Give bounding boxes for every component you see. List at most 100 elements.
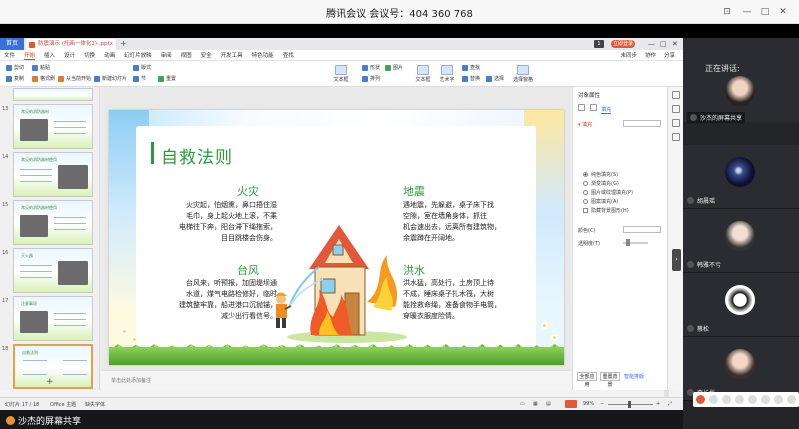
- slide-thumbnail[interactable]: 常见的消防器材使用: [13, 152, 93, 197]
- view-sorter-icon[interactable]: ▦: [533, 401, 538, 407]
- color-picker[interactable]: [623, 226, 661, 233]
- textbox2-button[interactable]: 文本框: [412, 65, 434, 83]
- missing-font[interactable]: 缺失字体: [85, 401, 105, 408]
- find-button[interactable]: 查找: [462, 64, 480, 71]
- zoom-level[interactable]: 99%: [583, 401, 594, 407]
- home-tab[interactable]: 首页: [0, 38, 24, 50]
- zoom-slider-knob[interactable]: [628, 401, 631, 408]
- comment-icon[interactable]: [672, 133, 680, 141]
- menu-item[interactable]: 视图: [181, 51, 192, 59]
- fill-option-radio[interactable]: 渐变填充(G): [583, 180, 619, 187]
- new-slide-button[interactable]: 新建幻灯片: [94, 75, 127, 82]
- menu-item[interactable]: 动画: [104, 51, 115, 59]
- slide-canvas[interactable]: 自救法则 火灾 火灾起，怕烟熏，鼻口捂住湿 毛巾，身上起火地上滚，不乘 电梯往下…: [109, 110, 564, 365]
- menu-right-item[interactable]: 未同步: [620, 51, 637, 59]
- flood-body[interactable]: 洪水猛，高处行，土房顶上待 不成，睡床桌子扎木筏，大树 能拴救命绳，准备食物手电…: [403, 278, 513, 322]
- reset-button[interactable]: 重置: [158, 75, 176, 82]
- skin-icon[interactable]: [774, 395, 783, 404]
- menu-item[interactable]: 安全: [201, 51, 212, 59]
- select-pane-button[interactable]: 选择窗格: [512, 65, 534, 83]
- fit-window-icon[interactable]: ⤢: [668, 401, 672, 407]
- copy-button[interactable]: 复制: [6, 75, 24, 82]
- speaker-tile[interactable]: 正在讲话: 沙杰的屏幕共享: [683, 38, 799, 123]
- fill-tab[interactable]: 填充: [601, 106, 612, 114]
- keyboard-icon[interactable]: [761, 395, 770, 404]
- fill-option-radio[interactable]: 纯色填充(S): [583, 171, 618, 178]
- format-painter-button[interactable]: 格式刷: [32, 75, 55, 82]
- punctuation-icon[interactable]: [735, 395, 744, 404]
- slide-thumbnail[interactable]: 常见的消防器材: [13, 104, 93, 149]
- design-icon[interactable]: [672, 105, 680, 113]
- textbox-button[interactable]: 文本框: [330, 65, 352, 83]
- chinese-mode-icon[interactable]: [709, 395, 718, 404]
- reset-background-button[interactable]: 重置背景: [600, 372, 620, 388]
- earthquake-heading[interactable]: 地震: [403, 183, 425, 199]
- art-text-button[interactable]: 艺术字: [436, 65, 458, 83]
- fill-tab-icon[interactable]: [578, 104, 585, 111]
- menu-item[interactable]: 查找: [283, 51, 294, 59]
- cut-button[interactable]: 剪切: [6, 64, 24, 71]
- new-tab-button[interactable]: +: [120, 38, 127, 50]
- fill-section-header[interactable]: ▾ 填充: [578, 121, 592, 128]
- menu-item[interactable]: 幻灯片放映: [124, 51, 152, 59]
- fill-option-radio[interactable]: 图案填充(A): [583, 198, 618, 205]
- menu-item[interactable]: 文件: [4, 51, 15, 59]
- pin-icon[interactable]: ⊡: [720, 5, 734, 19]
- menu-right-item[interactable]: 协作: [645, 51, 656, 59]
- participant-tile[interactable]: 蔡松: [683, 273, 799, 337]
- select-button[interactable]: 选择: [486, 75, 504, 82]
- document-tab[interactable]: 防震演示 (托画一体化1) .pptx: [26, 39, 116, 50]
- sogou-icon[interactable]: [696, 395, 705, 404]
- arrange-button[interactable]: 排列: [362, 75, 380, 82]
- apply-all-button[interactable]: 全部应用: [577, 372, 597, 388]
- collapse-panel-button[interactable]: ›: [672, 249, 681, 271]
- fill-option-radio[interactable]: 图片或纹理填充(P): [583, 189, 633, 196]
- moon-icon[interactable]: [722, 395, 731, 404]
- menu-item[interactable]: 开发工具: [221, 51, 243, 59]
- typhoon-body[interactable]: 台风来，听预报，加固堤坝通 水道，煤气电路检修好，临时 建筑整牢靠，船进港口沉抛…: [167, 278, 277, 322]
- slide-thumbnail[interactable]: [13, 88, 93, 101]
- menu-item[interactable]: 审阅: [161, 51, 172, 59]
- zoom-in-icon[interactable]: +: [656, 401, 660, 407]
- slide-thumbnail[interactable]: 灭火器: [13, 248, 93, 293]
- menu-item[interactable]: 设计: [64, 51, 75, 59]
- fill-type-select[interactable]: [623, 120, 661, 127]
- typhoon-heading[interactable]: 台风: [237, 262, 259, 278]
- wps-close-icon[interactable]: ✕: [672, 39, 678, 49]
- slide-title[interactable]: 自救法则: [161, 143, 233, 168]
- theme-name[interactable]: Office 主题: [50, 401, 76, 408]
- section-button[interactable]: 节: [133, 75, 146, 82]
- zoom-out-icon[interactable]: −: [600, 401, 604, 407]
- add-slide-button[interactable]: +: [46, 377, 54, 387]
- transparency-slider-knob[interactable]: [626, 239, 630, 246]
- smart-layout-button[interactable]: 智能排版: [624, 373, 654, 382]
- grid-icon[interactable]: [787, 395, 796, 404]
- properties-icon[interactable]: [672, 91, 680, 99]
- play-slideshow-button[interactable]: [565, 400, 577, 408]
- replace-button[interactable]: 替换: [462, 75, 480, 82]
- menu-item[interactable]: 插入: [44, 51, 55, 59]
- fire-body[interactable]: 火灾起，怕烟熏，鼻口捂住湿 毛巾，身上起火地上滚，不乘 电梯往下奔，阳台滞下绳拖…: [167, 200, 277, 244]
- notes-bar[interactable]: 单击此处添加备注: [101, 370, 571, 390]
- picture-button[interactable]: 图片: [385, 64, 403, 71]
- close-icon[interactable]: ✕: [776, 5, 790, 19]
- fire-heading[interactable]: 火灾: [237, 183, 259, 199]
- minimize-icon[interactable]: —: [740, 5, 754, 19]
- animation-icon[interactable]: [672, 119, 680, 127]
- earthquake-body[interactable]: 遇地震，先躲避，桌子床下找 空隙，室在墙角身体，抓往 机会速出去，远离所有建筑物…: [403, 200, 513, 244]
- paste-button[interactable]: 粘贴: [32, 64, 50, 71]
- wps-minimize-icon[interactable]: —: [648, 39, 655, 49]
- wps-maximize-icon[interactable]: □: [660, 39, 667, 49]
- effects-tab-icon[interactable]: [589, 104, 597, 111]
- view-reading-icon[interactable]: ▤: [546, 401, 551, 407]
- menu-item[interactable]: 切换: [84, 51, 95, 59]
- slide-thumbnail[interactable]: 注意事项: [13, 296, 93, 341]
- voice-icon[interactable]: [748, 395, 757, 404]
- menu-item[interactable]: 开始: [24, 51, 36, 60]
- menu-item[interactable]: 特色功能: [252, 51, 274, 59]
- maximize-icon[interactable]: □: [758, 5, 772, 19]
- layout-button[interactable]: 版式: [133, 64, 151, 71]
- hide-background-checkbox[interactable]: 隐藏背景图形(H): [583, 207, 629, 214]
- play-from-current-button[interactable]: 从当前开始: [58, 75, 91, 82]
- shapes-button[interactable]: 形状: [362, 64, 380, 71]
